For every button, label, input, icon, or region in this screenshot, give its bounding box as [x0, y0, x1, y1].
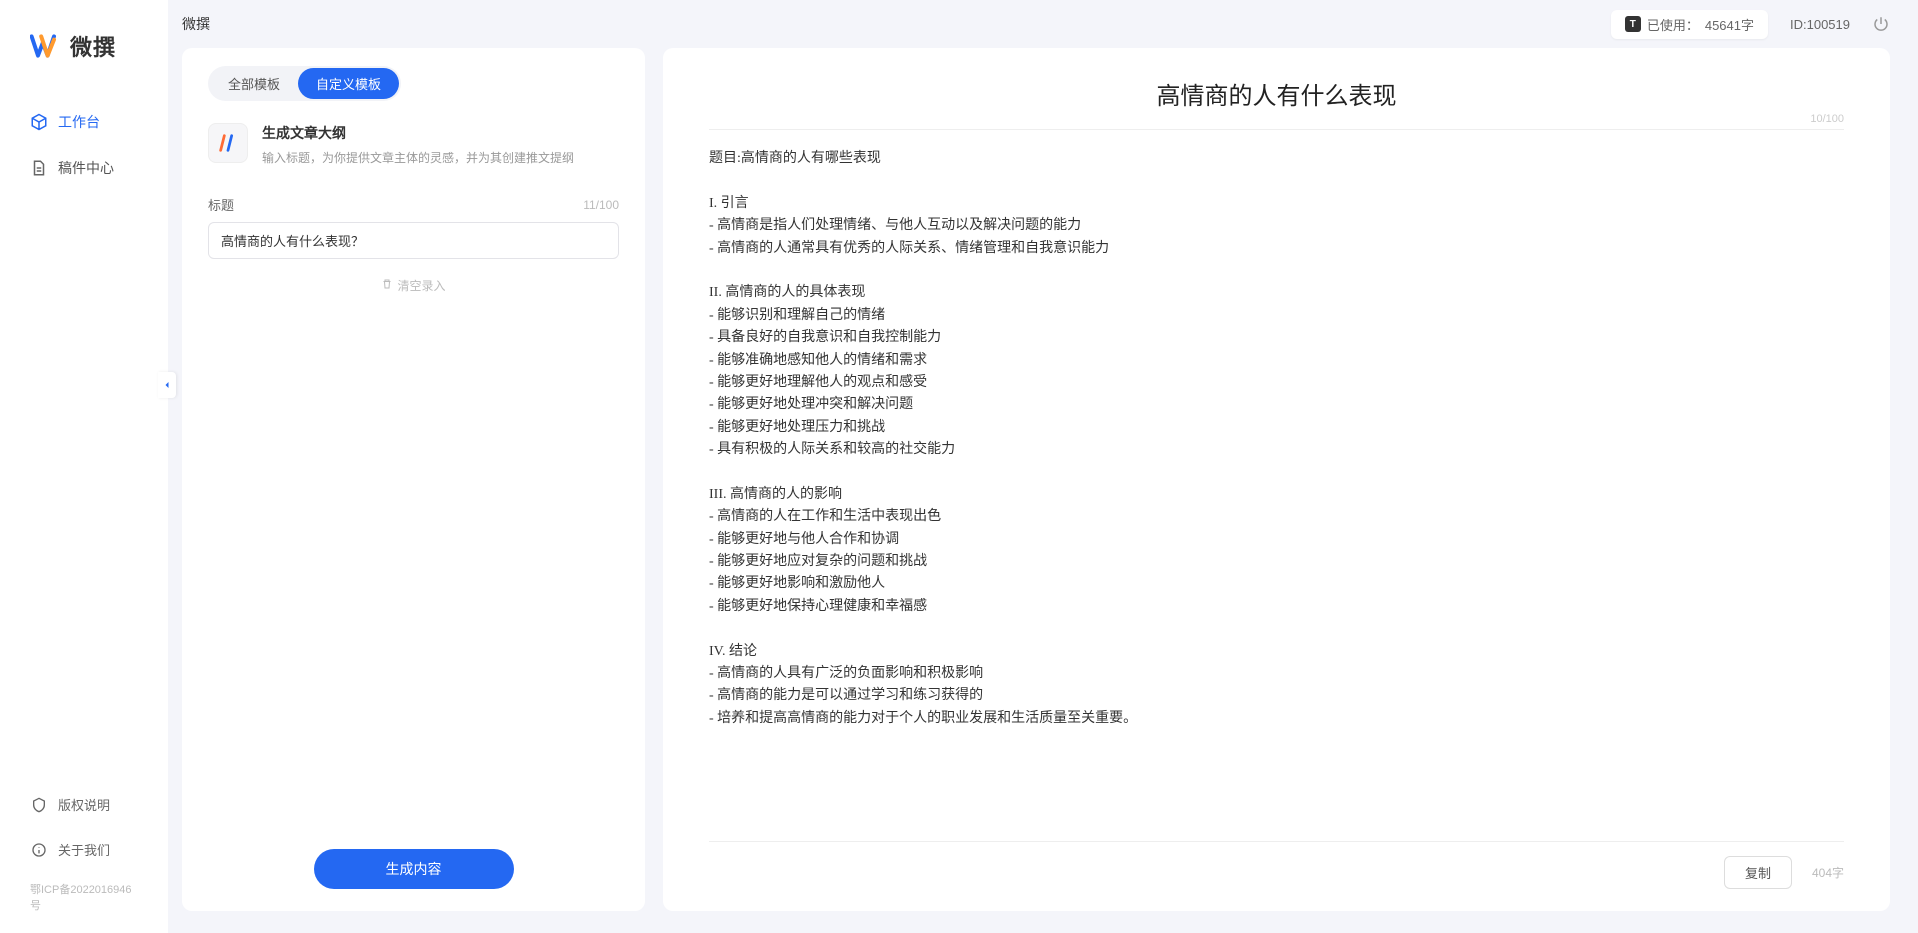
page-title: 微撰 [182, 14, 210, 34]
title-label: 标题 [208, 195, 234, 214]
template-title: 生成文章大纲 [262, 123, 574, 143]
output-body: 题目:高情商的人有哪些表现 I. 引言 - 高情商是指人们处理情绪、与他人互动以… [709, 148, 1844, 841]
cube-icon [30, 113, 48, 131]
template-info: 生成文章大纲 输入标题，为你提供文章主体的灵感，并为其创建推文提纲 [262, 123, 574, 167]
content: 全部模板 自定义模板 生成文章大纲 输入标题，为你提供文章主体的灵感，并为其创建… [168, 48, 1918, 933]
output-word-count: 404字 [1812, 864, 1844, 881]
logo-icon [30, 30, 62, 62]
sidebar-collapse-toggle[interactable] [158, 372, 176, 398]
template-icon [208, 123, 248, 163]
output-title: 高情商的人有什么表现 [709, 76, 1844, 111]
document-icon [30, 159, 48, 177]
sidebar: 微撰 工作台 稿件中心 版权说明 [0, 0, 168, 933]
title-char-count: 11/100 [583, 198, 619, 212]
logo-text: 微撰 [70, 30, 116, 62]
power-icon[interactable] [1872, 15, 1890, 33]
sidebar-item-drafts[interactable]: 稿件中心 [18, 148, 150, 188]
right-footer: 复制 404字 [709, 841, 1844, 889]
usage-pill[interactable]: T 已使用： 45641字 [1611, 10, 1768, 39]
sidebar-item-label: 稿件中心 [58, 158, 114, 178]
sidebar-item-about[interactable]: 关于我们 [18, 830, 150, 869]
output-title-counter: 10/100 [1810, 113, 1844, 125]
usage-prefix: 已使用： [1647, 15, 1699, 34]
sidebar-item-label: 关于我们 [58, 840, 110, 859]
template-desc: 输入标题，为你提供文章主体的灵感，并为其创建推文提纲 [262, 149, 574, 167]
output-text: 题目:高情商的人有哪些表现 I. 引言 - 高情商是指人们处理情绪、与他人互动以… [709, 148, 1844, 730]
clear-input-label: 清空录入 [397, 277, 445, 294]
template-tabs: 全部模板 自定义模板 [208, 66, 401, 101]
left-footer: 生成内容 [208, 849, 619, 889]
clear-input-button[interactable]: 清空录入 [208, 277, 619, 294]
trash-icon [381, 278, 393, 293]
shield-icon [30, 796, 48, 814]
right-panel: 高情商的人有什么表现 10/100 题目:高情商的人有哪些表现 I. 引言 - … [663, 48, 1890, 911]
logo: 微撰 [0, 30, 168, 102]
topbar-right: T 已使用： 45641字 ID:100519 [1611, 10, 1890, 39]
left-panel: 全部模板 自定义模板 生成文章大纲 输入标题，为你提供文章主体的灵感，并为其创建… [182, 48, 645, 911]
sidebar-item-label: 工作台 [58, 112, 100, 132]
sidebar-item-workspace[interactable]: 工作台 [18, 102, 150, 142]
sidebar-nav: 工作台 稿件中心 [0, 102, 168, 785]
icp-text: 鄂ICP备2022016946号 [0, 875, 168, 913]
text-badge-icon: T [1625, 16, 1641, 32]
user-id: ID:100519 [1790, 17, 1850, 32]
topbar: 微撰 T 已使用： 45641字 ID:100519 [168, 0, 1918, 48]
title-field-header: 标题 11/100 [208, 195, 619, 214]
sidebar-item-label: 版权说明 [58, 795, 110, 814]
usage-value: 45641字 [1705, 15, 1754, 34]
tab-all-templates[interactable]: 全部模板 [210, 68, 298, 99]
tab-custom-templates[interactable]: 自定义模板 [298, 68, 399, 99]
output-header: 高情商的人有什么表现 10/100 [709, 76, 1844, 130]
main: 微撰 T 已使用： 45641字 ID:100519 全部模板 自定义模板 [168, 0, 1918, 933]
generate-button[interactable]: 生成内容 [314, 849, 514, 889]
title-input[interactable] [208, 222, 619, 259]
info-icon [30, 841, 48, 859]
sidebar-bottom: 版权说明 关于我们 [0, 785, 168, 875]
copy-button[interactable]: 复制 [1724, 856, 1792, 889]
sidebar-item-copyright[interactable]: 版权说明 [18, 785, 150, 824]
template-card: 生成文章大纲 输入标题，为你提供文章主体的灵感，并为其创建推文提纲 [208, 123, 619, 167]
